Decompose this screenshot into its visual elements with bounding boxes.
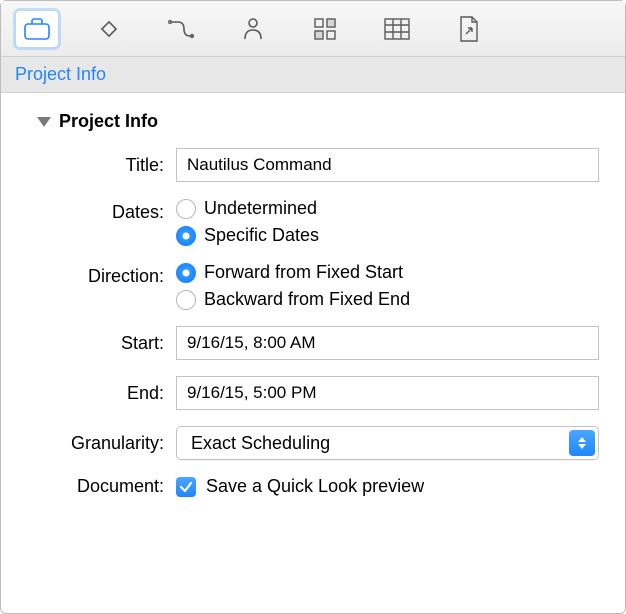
inspector-window: Project Info Project Info Title: Dates: (0, 0, 626, 614)
inspector-subtitle: Project Info (1, 57, 625, 93)
radio-direction-forward[interactable]: Forward from Fixed Start (176, 262, 599, 283)
checkmark-icon (179, 480, 193, 494)
radio-icon (176, 290, 196, 310)
checkbox-label: Save a Quick Look preview (206, 476, 424, 497)
stepper-arrows-icon (569, 430, 595, 456)
label-document: Document: (31, 476, 176, 497)
row-document: Document: Save a Quick Look preview (31, 476, 599, 497)
table-icon (384, 18, 410, 40)
granularity-select[interactable]: Exact Scheduling (176, 426, 599, 460)
radio-icon (176, 226, 196, 246)
section-title: Project Info (59, 111, 158, 132)
radio-label: Backward from Fixed End (204, 289, 410, 310)
radio-label: Undetermined (204, 198, 317, 219)
row-granularity: Granularity: Exact Scheduling (31, 426, 599, 460)
quicklook-checkbox[interactable] (176, 477, 196, 497)
grid-pattern-icon (313, 17, 337, 41)
inspector-subtitle-text: Project Info (15, 64, 106, 85)
dates-radio-group: Undetermined Specific Dates (176, 198, 599, 246)
tab-columns[interactable] (375, 10, 419, 48)
label-granularity: Granularity: (31, 433, 176, 454)
inspector-tab-toolbar (1, 1, 625, 57)
row-start: Start: (31, 326, 599, 360)
project-info-form: Title: Dates: Undetermined Specific Date… (31, 148, 599, 497)
select-value: Exact Scheduling (191, 433, 330, 454)
briefcase-icon (24, 18, 50, 40)
row-end: End: (31, 376, 599, 410)
document-share-icon (458, 16, 480, 42)
radio-label: Forward from Fixed Start (204, 262, 403, 283)
section-header[interactable]: Project Info (37, 111, 599, 132)
radio-icon (176, 199, 196, 219)
person-icon (242, 17, 264, 41)
label-title: Title: (31, 155, 176, 176)
tab-styles[interactable] (303, 10, 347, 48)
radio-dates-undetermined[interactable]: Undetermined (176, 198, 599, 219)
row-dates: Dates: Undetermined Specific Dates (31, 198, 599, 246)
label-end: End: (31, 383, 176, 404)
label-direction: Direction: (31, 262, 176, 287)
diamond-icon (97, 17, 121, 41)
tab-export[interactable] (447, 10, 491, 48)
radio-dates-specific[interactable]: Specific Dates (176, 225, 599, 246)
label-dates: Dates: (31, 198, 176, 223)
link-path-icon (168, 18, 194, 40)
label-start: Start: (31, 333, 176, 354)
tab-resources[interactable] (231, 10, 275, 48)
tab-milestones[interactable] (87, 10, 131, 48)
start-input[interactable] (176, 326, 599, 360)
tab-dependencies[interactable] (159, 10, 203, 48)
radio-label: Specific Dates (204, 225, 319, 246)
row-direction: Direction: Forward from Fixed Start Back… (31, 262, 599, 310)
end-input[interactable] (176, 376, 599, 410)
direction-radio-group: Forward from Fixed Start Backward from F… (176, 262, 599, 310)
inspector-content: Project Info Title: Dates: Undetermined (1, 93, 625, 613)
title-input[interactable] (176, 148, 599, 182)
radio-icon (176, 263, 196, 283)
radio-direction-backward[interactable]: Backward from Fixed End (176, 289, 599, 310)
row-title: Title: (31, 148, 599, 182)
tab-project-info[interactable] (15, 10, 59, 48)
disclosure-triangle-icon[interactable] (37, 117, 51, 127)
